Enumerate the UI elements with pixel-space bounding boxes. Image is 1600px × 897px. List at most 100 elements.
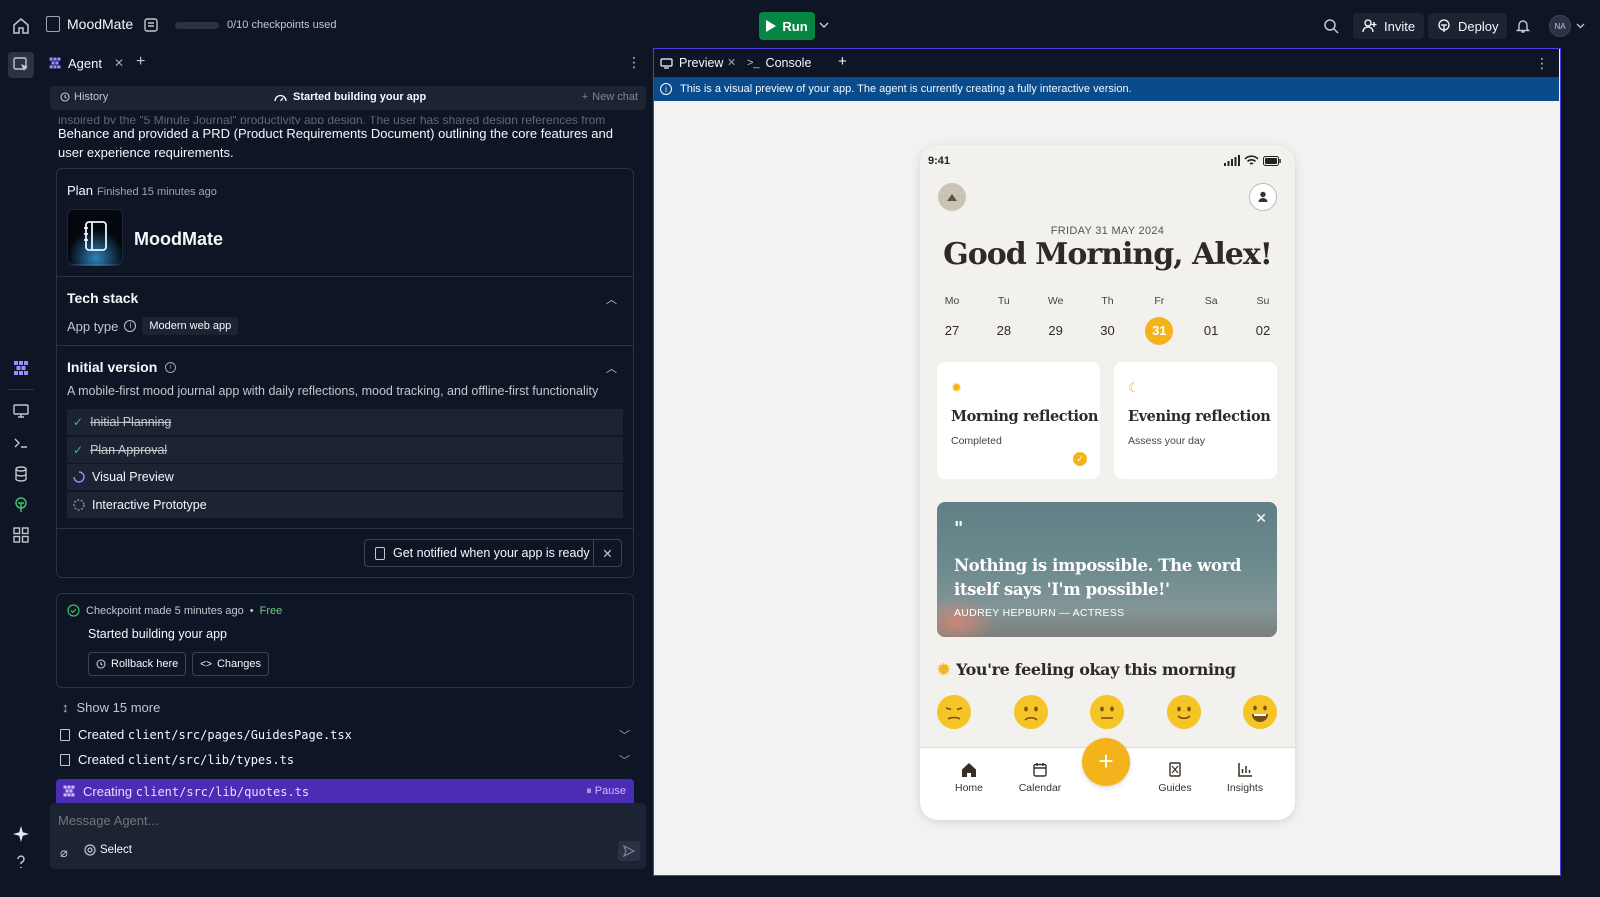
tab-preview[interactable]: Preview: [660, 56, 723, 70]
chevron-up-icon[interactable]: ︿: [606, 360, 617, 376]
help-icon[interactable]: [12, 853, 30, 871]
list-item[interactable]: Created client/src/pages/GuidesPage.tsx …: [60, 727, 634, 742]
notify-button[interactable]: Get notified when your app is ready ✕: [364, 539, 622, 567]
list-item[interactable]: Created client/src/lib/types.ts ﹀: [60, 752, 634, 767]
add-tab-icon[interactable]: +: [136, 53, 145, 71]
very-happy-face-icon[interactable]: [1243, 695, 1277, 729]
day-mo[interactable]: Mo 27: [930, 295, 974, 345]
preview-banner-text: This is a visual preview of your app. Th…: [680, 83, 1132, 95]
add-entry-button[interactable]: +: [1082, 738, 1130, 786]
very-sad-face-icon[interactable]: [937, 695, 971, 729]
mood-selector: [937, 695, 1277, 729]
deploy-button[interactable]: Deploy: [1428, 13, 1508, 39]
day-sa[interactable]: Sa 01: [1189, 295, 1233, 345]
info-icon[interactable]: i: [165, 361, 177, 373]
tab-agent[interactable]: Agent: [48, 52, 102, 74]
terminal-icon[interactable]: [12, 434, 30, 452]
database-icon[interactable]: [12, 465, 30, 483]
app-logo: [67, 209, 124, 266]
run-button[interactable]: Run: [759, 12, 815, 40]
close-icon[interactable]: ✕: [1255, 510, 1267, 527]
new-chat-button[interactable]: + New chat: [582, 91, 638, 103]
profile-icon[interactable]: [1249, 183, 1277, 211]
close-icon[interactable]: ✕: [114, 56, 124, 70]
divider: [57, 528, 633, 529]
journal-icon: [68, 210, 124, 266]
day-number: 02: [1255, 323, 1271, 338]
message-input[interactable]: [58, 809, 618, 831]
show-more-button[interactable]: ↕ Show 15 more: [62, 700, 160, 715]
apps-grid-icon[interactable]: [12, 526, 30, 544]
plan-step-label: Plan Approval: [90, 442, 168, 457]
day-tu[interactable]: Tu 28: [982, 295, 1026, 345]
version-control-icon[interactable]: [143, 17, 159, 33]
sparkle-icon[interactable]: [12, 825, 30, 843]
morning-reflection-card[interactable]: ✹ Morning reflection Completed ✓: [937, 362, 1100, 479]
send-button[interactable]: [618, 841, 640, 861]
nav-calendar[interactable]: Calendar: [1010, 762, 1070, 794]
more-options-icon[interactable]: ⋮: [627, 54, 641, 71]
checkpoints-used: 0/10 checkpoints used: [227, 19, 337, 31]
initial-version-header[interactable]: Initial version i: [67, 359, 177, 375]
sad-face-icon[interactable]: [1013, 695, 1048, 729]
mountain-glyph: [947, 194, 957, 201]
status-icons: [1224, 155, 1281, 166]
add-tab-icon[interactable]: +: [838, 53, 847, 70]
more-options-icon[interactable]: ⋮: [1535, 55, 1549, 72]
nav-home-label: Home: [954, 782, 983, 794]
nav-home[interactable]: Home: [939, 762, 999, 794]
mountain-icon[interactable]: [938, 183, 966, 211]
agent-icon: [49, 57, 61, 69]
history-label: History: [74, 91, 109, 103]
day-number: 28: [996, 323, 1012, 338]
day-number: 27: [944, 323, 960, 338]
nav-guides[interactable]: Guides: [1145, 762, 1205, 794]
day-fr[interactable]: Fr 31: [1137, 295, 1181, 345]
sun-icon: ✹: [951, 380, 962, 395]
avatar[interactable]: NA: [1549, 15, 1571, 37]
moon-icon: ☾: [1128, 380, 1140, 395]
chevron-down-icon[interactable]: ﹀: [619, 752, 630, 768]
run-label: Run: [782, 18, 808, 34]
evening-reflection-card[interactable]: ☾ Evening reflection Assess your day: [1114, 362, 1277, 479]
history-button[interactable]: History: [60, 91, 108, 103]
chevron-down-icon[interactable]: ﹀: [619, 727, 630, 743]
changes-button[interactable]: <> Changes: [192, 652, 269, 676]
neutral-face-icon[interactable]: [1090, 695, 1124, 729]
initial-version-title: Initial version: [67, 359, 158, 375]
paperclip-icon[interactable]: ⌀: [60, 845, 68, 861]
created-prefix: Created: [78, 727, 125, 742]
rollback-label: Rollback here: [111, 658, 179, 670]
chevron-down-icon[interactable]: [818, 19, 830, 31]
day-su[interactable]: Su 02: [1241, 295, 1285, 345]
pause-button[interactable]: ⏸ Pause: [586, 785, 626, 798]
close-icon[interactable]: ✕: [727, 56, 736, 69]
select-button[interactable]: Select: [84, 844, 132, 856]
rail-item-agent-view[interactable]: [8, 52, 34, 78]
chevron-up-icon[interactable]: ︿: [606, 291, 617, 307]
day-th[interactable]: Th 30: [1085, 295, 1129, 345]
day-we[interactable]: We 29: [1034, 295, 1078, 345]
invite-button[interactable]: Invite: [1353, 13, 1425, 39]
home-icon[interactable]: [12, 17, 30, 35]
deployments-icon[interactable]: [12, 496, 30, 514]
user-glyph: [1258, 191, 1268, 202]
cursor-window-icon: [13, 57, 28, 71]
agent-icon[interactable]: [12, 359, 30, 377]
tab-console[interactable]: >_ Console: [747, 56, 811, 70]
code-icon: <>: [200, 658, 212, 670]
chevron-down-icon[interactable]: [1576, 21, 1585, 30]
search-icon[interactable]: [1323, 18, 1339, 34]
rollback-button[interactable]: Rollback here: [88, 652, 187, 676]
day-number: 30: [1100, 323, 1115, 338]
select-label: Select: [100, 844, 132, 856]
tech-stack-title[interactable]: Tech stack: [67, 290, 138, 306]
close-icon[interactable]: ✕: [593, 540, 621, 566]
project-switcher[interactable]: MoodMate: [46, 16, 133, 32]
monitor-icon[interactable]: [12, 402, 30, 420]
info-icon[interactable]: i: [124, 320, 137, 332]
nav-insights[interactable]: Insights: [1215, 762, 1275, 794]
day-name: Su: [1256, 295, 1270, 307]
happy-face-icon[interactable]: [1166, 695, 1201, 729]
bell-icon[interactable]: [1515, 18, 1531, 34]
